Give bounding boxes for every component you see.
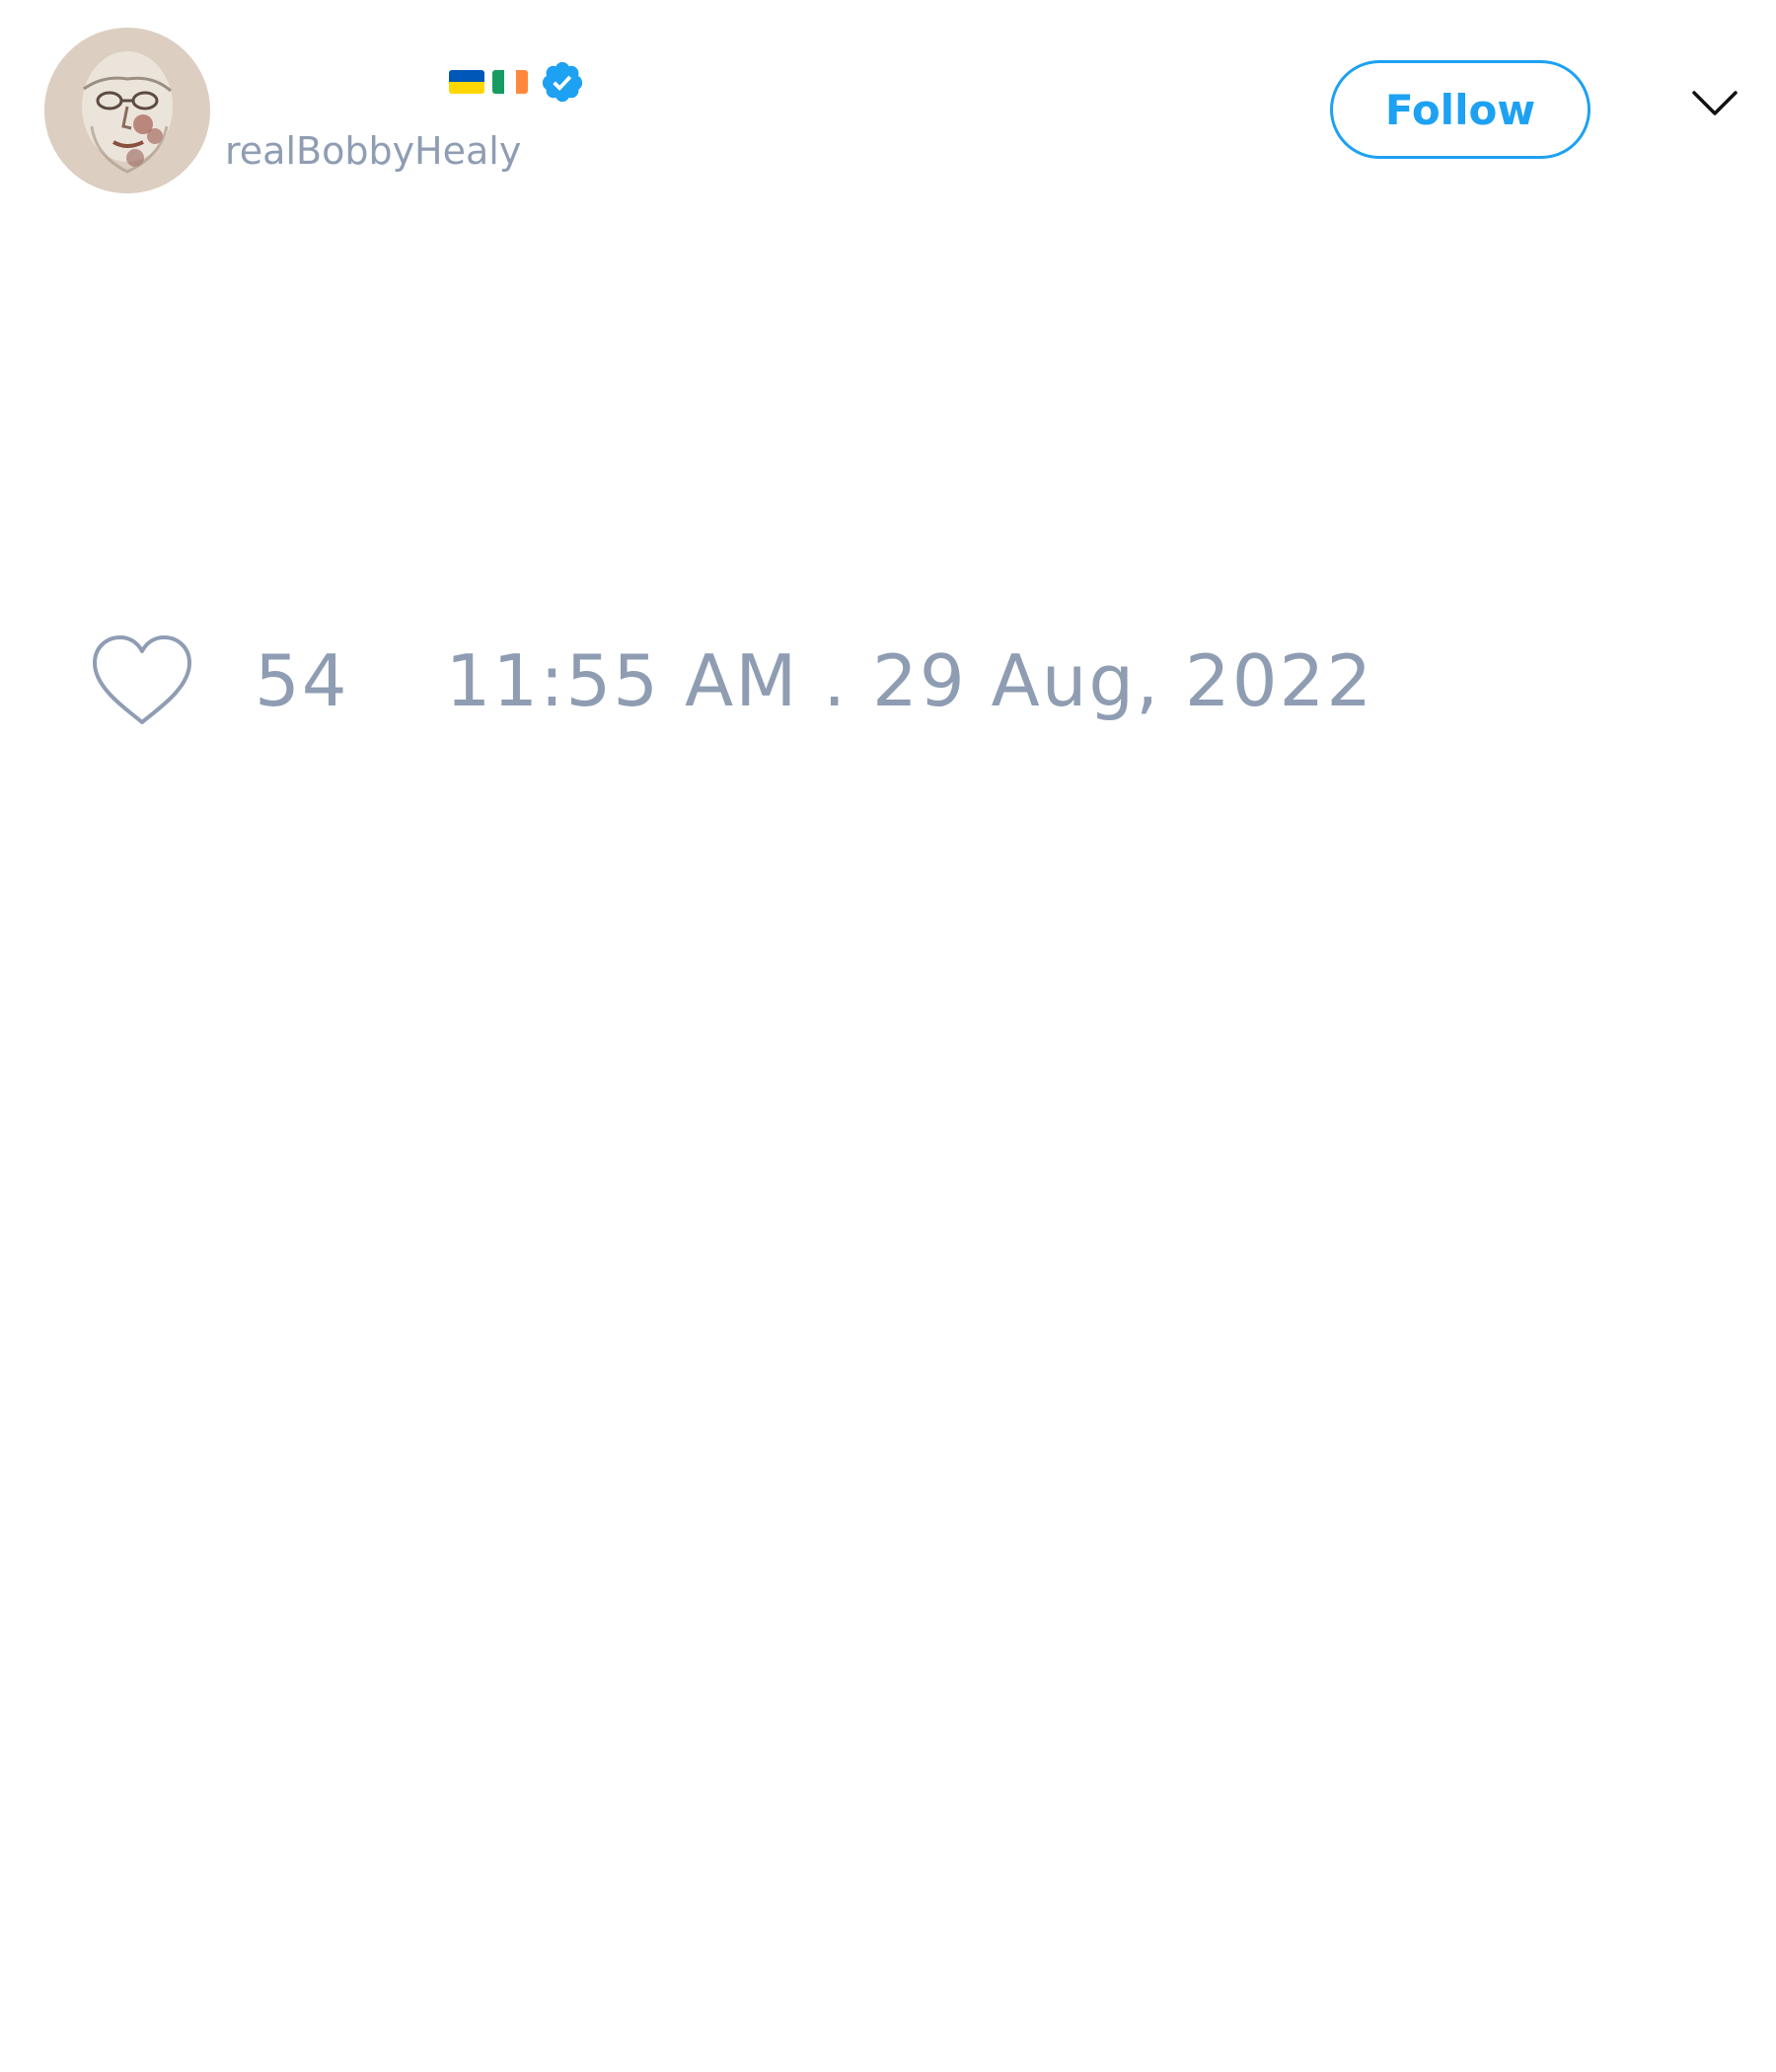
avatar[interactable] — [44, 28, 210, 193]
avatar-portrait-image — [44, 28, 210, 193]
ireland-flag-icon — [492, 70, 528, 94]
tweet-meta-row: 54 11:55 AM . 29 Aug, 2022 — [89, 631, 1373, 730]
verified-badge-icon — [542, 61, 583, 103]
tweet-card: realBobbyHealy Follow 54 11:55 AM . 29 A… — [0, 0, 1776, 2072]
chevron-down-icon[interactable] — [1691, 89, 1739, 118]
like-count: 54 — [255, 639, 349, 722]
tweet-timestamp[interactable]: 11:55 AM . 29 Aug, 2022 — [446, 639, 1374, 722]
author-name-row — [449, 57, 585, 107]
follow-button[interactable]: Follow — [1330, 60, 1591, 159]
ukraine-flag-icon — [449, 70, 484, 94]
author-handle[interactable]: realBobbyHealy — [225, 126, 521, 176]
heart-icon[interactable] — [89, 633, 195, 728]
